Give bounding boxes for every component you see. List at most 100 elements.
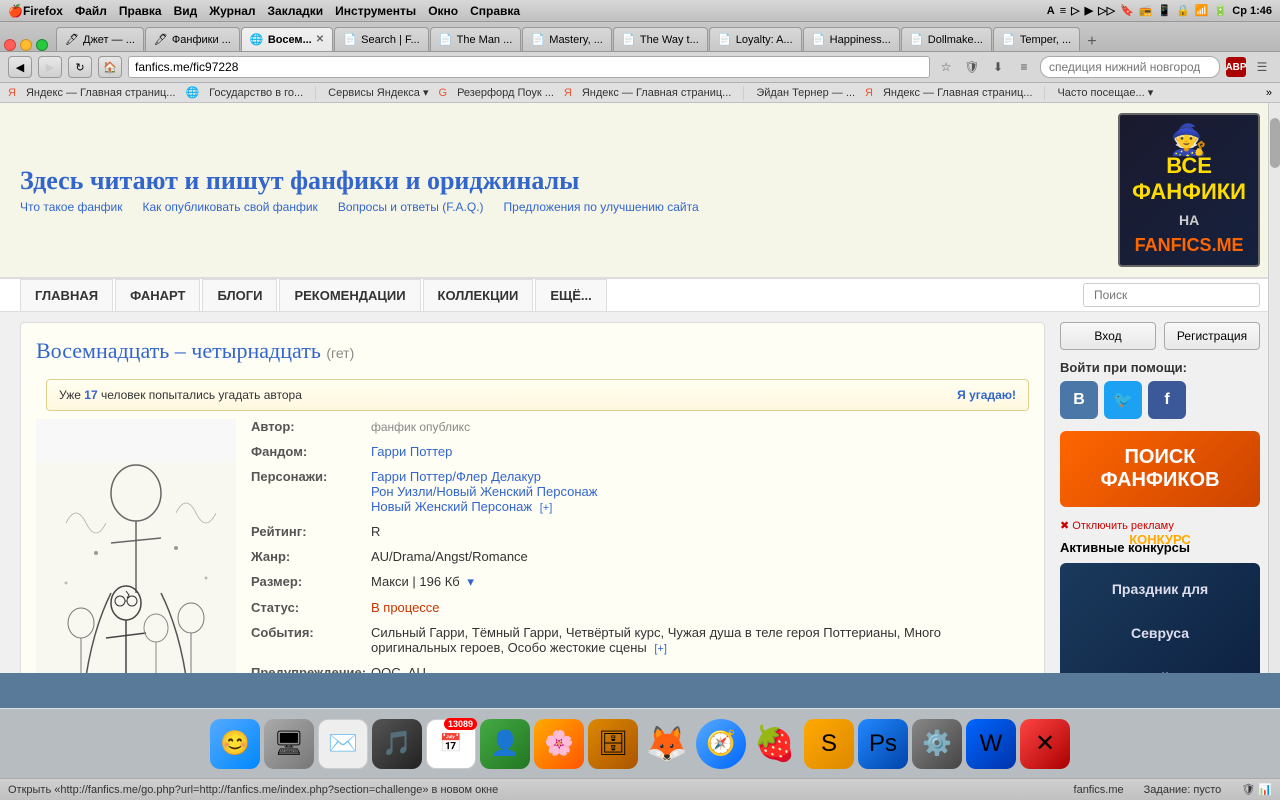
tab-close-2[interactable]: ✕ [316, 34, 324, 45]
char-1[interactable]: Рон Уизли/Новый Женский Персонаж [371, 484, 597, 499]
register-button[interactable]: Регистрация [1164, 322, 1260, 350]
nav-link-suggest[interactable]: Предложения по улучшению сайта [504, 200, 699, 214]
menubar-bookmarks[interactable]: Закладки [268, 4, 324, 18]
bookmark-3[interactable]: Резерфорд Поук ... [451, 86, 560, 100]
back-button[interactable]: ◀ [8, 56, 32, 78]
logo-box[interactable]: 🧙 ВСЕ ФАНФИКИ НА FANFICS.ME [1118, 113, 1260, 267]
site-title-area: Здесь читают и пишут фанфики и ориджинал… [20, 166, 699, 214]
nav-more[interactable]: ЕЩЁ... [535, 279, 606, 311]
nav-link-faq[interactable]: Вопросы и ответы (F.A.Q.) [338, 200, 484, 214]
menubar-edit[interactable]: Правка [119, 4, 162, 18]
more-bookmarks-icon[interactable]: » [1266, 87, 1272, 99]
shield-icon[interactable]: 🛡 [962, 57, 982, 77]
dock-calendar[interactable]: 📅 13089 [426, 719, 476, 769]
tab-0[interactable]: 🖊 Джет — ... [56, 27, 144, 51]
dock-finder[interactable]: 😊 [210, 719, 260, 769]
menubar-view[interactable]: Вид [174, 4, 198, 18]
dock-strawberry[interactable]: 🍓 [750, 719, 800, 769]
reload-button[interactable]: ↻ [68, 56, 92, 78]
author-popup: Уже 17 человек попытались угадать автора… [46, 379, 1029, 411]
nav-link-what[interactable]: Что такое фанфик [20, 200, 122, 214]
popup-count: 17 [84, 388, 97, 402]
url-input[interactable] [128, 56, 930, 78]
nav-home[interactable]: ГЛАВНАЯ [20, 279, 113, 311]
addon-icon[interactable]: ABP [1226, 57, 1246, 77]
fandom-link[interactable]: Гарри Поттер [371, 444, 452, 459]
tab-3[interactable]: 📄 Search | F... [334, 27, 429, 51]
window-minimize[interactable] [20, 39, 32, 51]
search-fanfics-box[interactable]: ПОИСК ФАНФИКОВ [1060, 431, 1260, 507]
char-2[interactable]: Новый Женский Персонаж [371, 499, 532, 514]
dock-iphoto[interactable]: 🌸 [534, 719, 584, 769]
tab-2[interactable]: 🌐 Восем... ✕ [241, 27, 333, 51]
dock-word[interactable]: W [966, 719, 1016, 769]
tab-8[interactable]: 📄 Happiness... [803, 27, 900, 51]
menubar-journal[interactable]: Журнал [209, 4, 255, 18]
bookmark-6[interactable]: Яндекс — Главная страниц... [877, 86, 1039, 100]
twitter-login-button[interactable]: 🐦 [1104, 381, 1142, 419]
dock-firefox[interactable]: 🦊 [642, 719, 692, 769]
characters-label: Персонажи: [251, 469, 371, 484]
hamburger-icon[interactable]: ☰ [1252, 57, 1272, 77]
tab-9[interactable]: 📄 Dollmake... [901, 27, 992, 51]
browser-search-input[interactable] [1040, 56, 1220, 78]
dock-app1[interactable]: 🖥 [264, 719, 314, 769]
bookmark-4[interactable]: Яндекс — Главная страниц... [576, 86, 738, 100]
tab-5[interactable]: 📄 Mastery, ... [522, 27, 612, 51]
dock-close-app[interactable]: ✕ [1020, 719, 1070, 769]
tab-4[interactable]: 📄 The Man ... [430, 27, 522, 51]
menubar-file[interactable]: Файл [75, 4, 107, 18]
sidebar: Вход Регистрация Войти при помощи: В 🐦 f… [1060, 322, 1260, 673]
menubar-help[interactable]: Справка [470, 4, 520, 18]
login-button[interactable]: Вход [1060, 322, 1156, 350]
menubar-firefox[interactable]: Firefox [23, 4, 63, 18]
bookmark-2[interactable]: Сервисы Яндекса ▾ [322, 85, 434, 100]
apple-icon[interactable]: 🍎 [8, 4, 23, 18]
dock-app2[interactable]: ⚙️ [912, 719, 962, 769]
size-label: Размер: [251, 574, 371, 589]
char-0[interactable]: Гарри Поттер/Флер Делакур [371, 469, 541, 484]
dock-mail[interactable]: ✉️ [318, 719, 368, 769]
popup-guess-button[interactable]: Я угадаю! [957, 388, 1016, 402]
nav-link-publish[interactable]: Как опубликовать свой фанфик [142, 200, 317, 214]
status-url: Открыть «http://fanfics.me/go.php?url=ht… [8, 784, 498, 796]
dock-ftp[interactable]: 🗄 [588, 719, 638, 769]
bookmark-1[interactable]: Государство в го... [203, 86, 309, 100]
menubar-tools[interactable]: Инструменты [335, 4, 416, 18]
home-button[interactable]: 🏠 [98, 56, 122, 78]
bookmark-7[interactable]: Часто посещае... ▾ [1051, 85, 1159, 100]
menu-icon[interactable]: ≡ [1014, 57, 1034, 77]
dock-photoshop[interactable]: Ps [858, 719, 908, 769]
menubar-window[interactable]: Окно [428, 4, 458, 18]
tab-10[interactable]: 📄 Temper, ... [993, 27, 1080, 51]
bookmark-5[interactable]: Эйдан Тернер — ... [750, 86, 861, 100]
download-icon[interactable]: ⬇ [988, 57, 1008, 77]
new-tab-button[interactable]: + [1081, 33, 1102, 51]
page-scrollbar[interactable] [1268, 103, 1280, 673]
rating-value: R [371, 524, 380, 539]
tab-6[interactable]: 📄 The Way t... [613, 27, 708, 51]
bookmark-star-icon[interactable]: ☆ [936, 57, 956, 77]
tab-1[interactable]: 🖊 Фанфики ... [145, 27, 240, 51]
dock-contacts[interactable]: 👤 [480, 719, 530, 769]
nav-fanart[interactable]: ФАНАРТ [115, 279, 200, 311]
nav-search-input[interactable] [1083, 283, 1260, 307]
forward-button[interactable]: ▶ [38, 56, 62, 78]
nav-recs[interactable]: РЕКОМЕНДАЦИИ [279, 279, 420, 311]
facebook-login-button[interactable]: f [1148, 381, 1186, 419]
dock-safari[interactable]: 🧭 [696, 719, 746, 769]
scrollbar-thumb[interactable] [1270, 118, 1280, 168]
contest-banner[interactable]: КОНКУРС Праздник для Севруса Снейпа НА F… [1060, 563, 1260, 673]
tab-7[interactable]: 📄 Loyalty: A... [709, 27, 802, 51]
dock-app-s[interactable]: S [804, 719, 854, 769]
vk-login-button[interactable]: В [1060, 381, 1098, 419]
dock-music[interactable]: 🎵 [372, 719, 422, 769]
size-expand-icon[interactable]: ▾ [467, 574, 474, 589]
expand-chars-icon[interactable]: [+] [540, 502, 553, 514]
nav-collections[interactable]: КОЛЛЕКЦИИ [423, 279, 534, 311]
bookmark-0[interactable]: Яндекс — Главная страниц... [20, 86, 182, 100]
expand-events-icon[interactable]: [+] [654, 643, 667, 655]
window-maximize[interactable] [36, 39, 48, 51]
nav-blogs[interactable]: БЛОГИ [202, 279, 277, 311]
window-close[interactable] [4, 39, 16, 51]
